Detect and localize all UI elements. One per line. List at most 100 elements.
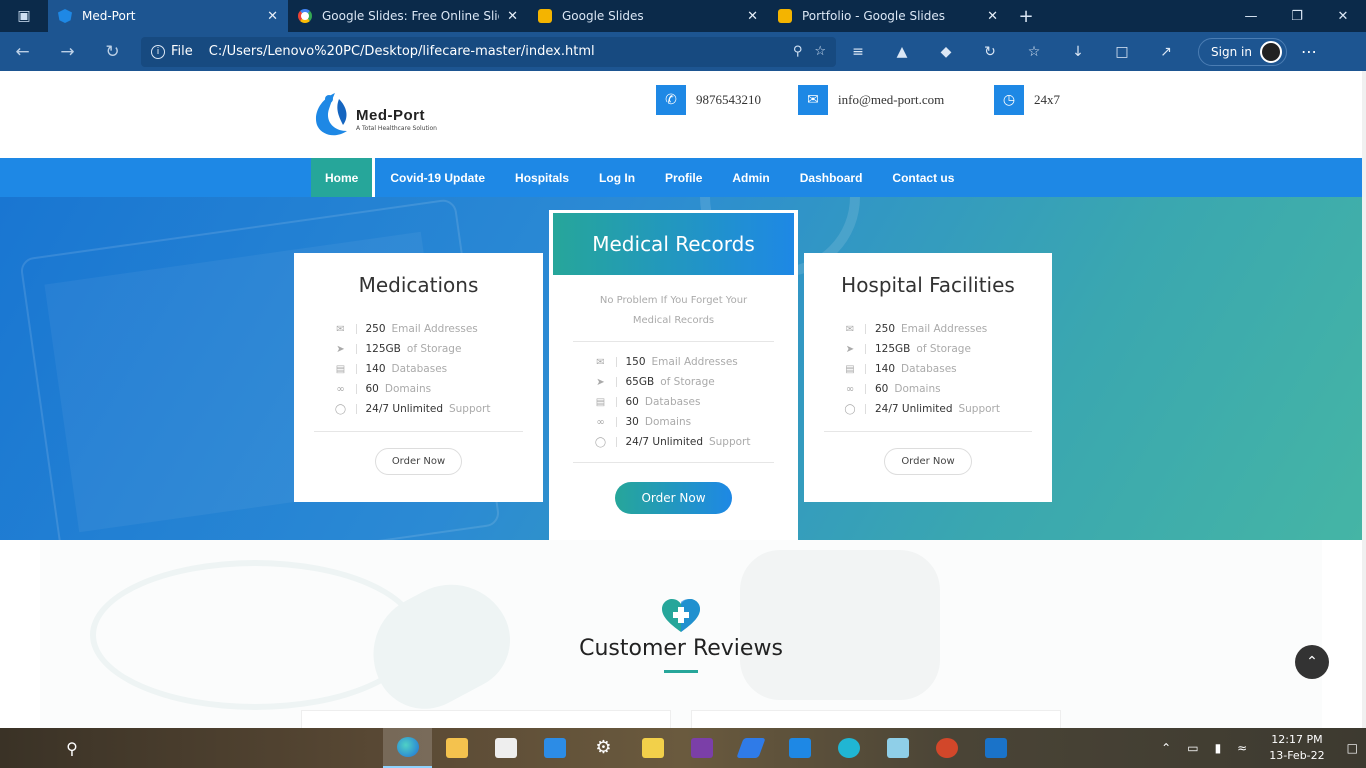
title-underline [664, 670, 698, 673]
nav-login[interactable]: Log In [584, 158, 650, 197]
pricing-card-medications: Medications ✉ 250 Email Addresses ➤ 125GB of… [294, 253, 543, 502]
vscode-icon[interactable] [775, 728, 824, 768]
files-app-icon[interactable] [628, 728, 677, 768]
card-title: Hospital Facilities [841, 273, 1015, 297]
feature-item: ∞ 30 Domains [594, 412, 754, 432]
logo-name: Med-Port [356, 107, 425, 124]
card-title: Medications [358, 273, 479, 297]
tab-google-slides-free[interactable]: Google Slides: Free Online Slide ✕ [288, 0, 528, 32]
forward-icon[interactable]: → [45, 42, 90, 62]
downloads-icon[interactable]: ↓ [1056, 44, 1100, 60]
info-icon[interactable]: i [151, 44, 165, 59]
link-icon: ∞ [845, 383, 855, 395]
share-icon[interactable]: ↗ [1144, 44, 1188, 60]
tab-med-port[interactable]: Med-Port ✕ [48, 0, 288, 32]
todo-icon[interactable] [726, 728, 775, 768]
browser-tab-strip: ▣ Med-Port ✕ Google Slides: Free Online … [0, 0, 1366, 32]
feature-item: ➤ 125GB of Storage [334, 339, 504, 359]
tab-portfolio[interactable]: Portfolio - Google Slides ✕ [768, 0, 1008, 32]
order-now-button[interactable]: Order Now [615, 482, 732, 514]
nav-dashboard[interactable]: Dashboard [785, 158, 878, 197]
logo-tagline: A Total Healthcare Solution [356, 125, 437, 132]
settings-icon[interactable]: ⚙ [579, 728, 628, 768]
close-window-icon[interactable]: ✕ [1320, 0, 1366, 32]
address-bar[interactable]: i File C:/Users/Lenovo%20PC/Desktop/life… [141, 36, 836, 67]
nav-covid-update[interactable]: Covid-19 Update [375, 158, 500, 197]
nav-profile[interactable]: Profile [650, 158, 717, 197]
extension-icon[interactable]: ▲ [880, 44, 924, 60]
phone-number[interactable]: 9876543210 [696, 92, 761, 108]
close-tab-icon[interactable]: ✕ [747, 9, 758, 24]
close-tab-icon[interactable]: ✕ [507, 9, 518, 24]
database-icon: ▤ [595, 396, 606, 408]
close-tab-icon[interactable]: ✕ [987, 9, 998, 24]
nav-contact[interactable]: Contact us [877, 158, 969, 197]
divider [824, 431, 1032, 432]
more-icon[interactable]: ⋯ [1287, 42, 1331, 61]
battery-icon[interactable]: ▭ [1187, 741, 1198, 755]
sign-in-button[interactable]: Sign in [1198, 37, 1287, 66]
notepad-icon[interactable] [873, 728, 922, 768]
restore-icon[interactable]: ❐ [1274, 0, 1320, 32]
extension-icon[interactable]: ◆ [924, 44, 968, 60]
feature-item: ✉ 150 Email Addresses [594, 352, 754, 372]
clock-time: 12:17 PM [1271, 733, 1323, 746]
card-subtitle: No Problem If You Forget Your Medical Re… [599, 295, 748, 326]
clock[interactable]: 12:17 PM 13-Feb-22 [1269, 732, 1324, 764]
page-scrollbar[interactable] [1362, 71, 1366, 728]
order-now-button[interactable]: Order Now [884, 448, 972, 475]
new-tab-icon[interactable]: + [1008, 0, 1044, 32]
email-address[interactable]: info@med-port.com [838, 92, 944, 108]
feature-item: ◯ 24/7 Unlimited Support [594, 436, 751, 448]
site-logo[interactable]: Med-Port A Total Healthcare Solution [313, 91, 473, 141]
close-tab-icon[interactable]: ✕ [267, 9, 278, 24]
clock-icon: ◷ [994, 85, 1024, 115]
globe-icon: ◯ [594, 436, 607, 448]
contact-hours: ◷ 24x7 [994, 85, 1060, 115]
onenote-icon[interactable] [677, 728, 726, 768]
address-url[interactable]: C:/Users/Lenovo%20PC/Desktop/lifecare-ma… [209, 44, 781, 59]
search-icon[interactable]: ⚲ [48, 739, 96, 758]
feature-item: ∞ 60 Domains [843, 379, 1013, 399]
store-icon[interactable] [481, 728, 530, 768]
tab-google-slides[interactable]: Google Slides ✕ [528, 0, 768, 32]
reviews-title: Customer Reviews [579, 636, 783, 661]
search-icon[interactable]: ⚲ [793, 44, 803, 59]
extension-icon[interactable]: ↻ [968, 44, 1012, 60]
minimize-icon[interactable]: — [1228, 0, 1274, 32]
envelope-icon: ✉ [336, 323, 345, 335]
review-card [301, 710, 671, 728]
back-icon[interactable]: ← [0, 42, 45, 62]
wifi-icon[interactable]: ≈ [1237, 741, 1247, 755]
link-icon: ∞ [336, 383, 345, 395]
nav-admin[interactable]: Admin [717, 158, 784, 197]
feature-item: ➤ 65GB of Storage [594, 372, 754, 392]
notifications-icon[interactable]: □ [1347, 741, 1358, 755]
video-editor-icon[interactable] [971, 728, 1020, 768]
add-favorite-icon[interactable]: ☆ [814, 44, 826, 59]
site-header: Med-Port A Total Healthcare Solution ✆ 9… [0, 71, 1366, 158]
file-explorer-icon[interactable] [432, 728, 481, 768]
globe-icon: ◯ [844, 403, 856, 415]
pen-icon[interactable]: ▮ [1215, 741, 1222, 755]
tab-title: Google Slides: Free Online Slide [322, 9, 500, 23]
favorites-icon[interactable]: ☆ [1012, 44, 1056, 60]
canva-icon[interactable] [824, 728, 873, 768]
database-icon: ▤ [335, 363, 346, 375]
rocket-icon: ➤ [596, 376, 605, 388]
google-favicon [298, 9, 312, 23]
extension-icon[interactable]: ≡ [836, 44, 880, 60]
order-now-button[interactable]: Order Now [374, 448, 463, 475]
refresh-icon[interactable]: ↻ [90, 42, 135, 62]
tab-actions-icon[interactable]: ▣ [0, 0, 48, 32]
nav-hospitals[interactable]: Hospitals [500, 158, 584, 197]
scroll-to-top-button[interactable]: ⌃ [1295, 645, 1329, 679]
mail-icon[interactable] [530, 728, 579, 768]
powerpoint-icon[interactable] [922, 728, 971, 768]
show-hidden-icons[interactable]: ⌃ [1161, 741, 1171, 755]
feature-list: ✉ 250 Email Addresses ➤ 125GB of Storage ▤ 14… [334, 319, 504, 419]
edge-app-icon[interactable] [383, 728, 432, 768]
envelope-icon: ✉ [596, 356, 605, 368]
collections-icon[interactable]: □ [1100, 44, 1144, 60]
nav-home[interactable]: Home [311, 158, 376, 200]
